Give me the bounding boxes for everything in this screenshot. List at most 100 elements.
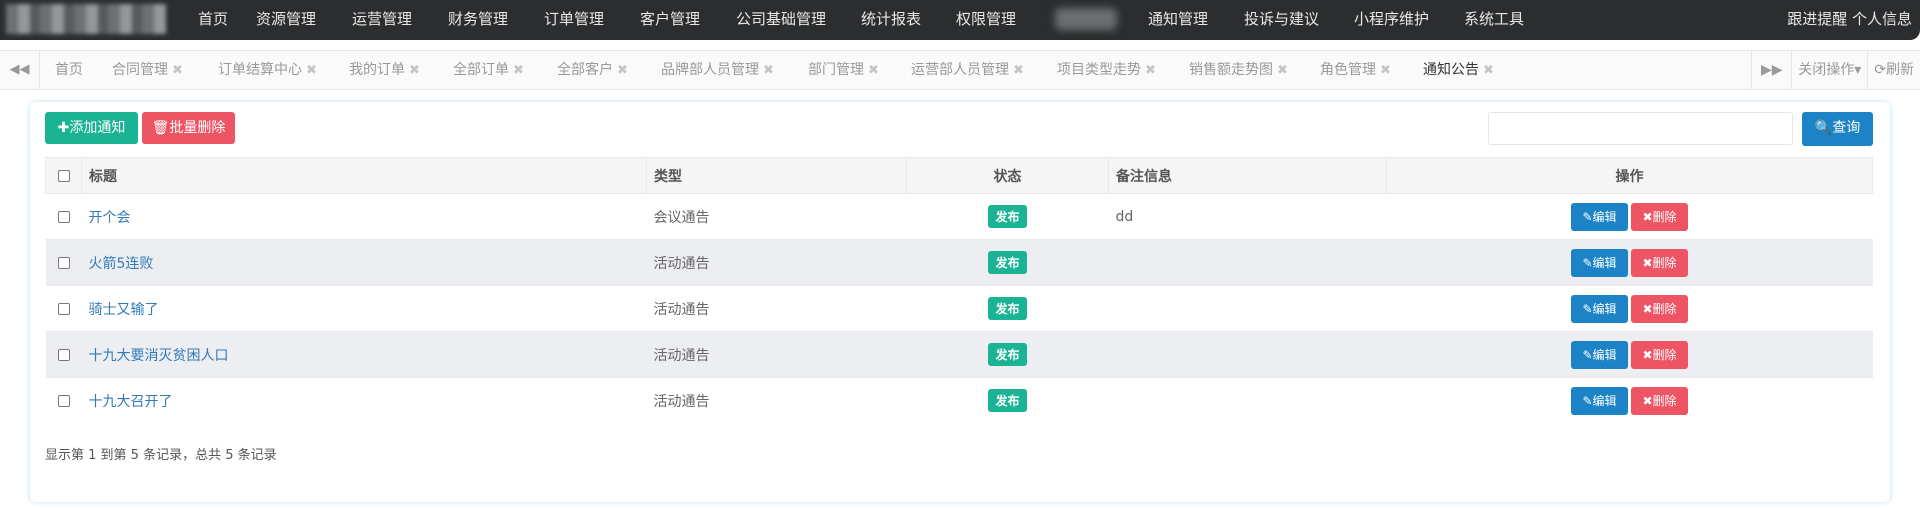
type-cell: 会议通告 bbox=[646, 193, 907, 240]
header-type[interactable]: 类型 bbox=[646, 157, 907, 194]
nav-item-home[interactable]: 首页 bbox=[198, 0, 228, 40]
edit-button[interactable]: ✎编辑 bbox=[1571, 202, 1628, 231]
table-row: 十九大召开了 活动通告 发布 ✎编辑 ✖删除 bbox=[45, 377, 1873, 424]
tab-announcements[interactable]: 通知公告 ✖ bbox=[1423, 51, 1494, 89]
delete-button[interactable]: ✖删除 bbox=[1631, 294, 1688, 323]
remark-cell bbox=[1108, 239, 1387, 286]
close-icon[interactable]: ✖ bbox=[172, 63, 183, 78]
ops-cell: ✎编辑 ✖删除 bbox=[1386, 377, 1873, 424]
remark-cell: dd bbox=[1108, 193, 1387, 240]
close-icon[interactable]: ✖ bbox=[409, 63, 420, 78]
select-all-header bbox=[45, 157, 82, 194]
tab-all-orders[interactable]: 全部订单 ✖ bbox=[453, 51, 524, 89]
edit-button[interactable]: ✎编辑 bbox=[1571, 248, 1628, 277]
header-remark[interactable]: 备注信息 bbox=[1108, 157, 1387, 194]
double-chevron-right-icon[interactable]: ▶▶ bbox=[1751, 51, 1791, 89]
close-icon[interactable]: ✖ bbox=[1380, 63, 1391, 78]
nav-item-notifications[interactable]: 通知管理 bbox=[1148, 0, 1208, 40]
type-cell: 活动通告 bbox=[646, 331, 907, 378]
batch-delete-button[interactable]: 🗑批量删除 bbox=[142, 112, 235, 144]
close-icon[interactable]: ✖ bbox=[763, 63, 774, 78]
notice-title-link[interactable]: 十九大召开了 bbox=[89, 394, 173, 410]
nav-item-resource[interactable]: 资源管理 bbox=[256, 0, 316, 40]
nav-item-reports[interactable]: 统计报表 bbox=[861, 0, 921, 40]
search-input[interactable] bbox=[1488, 112, 1793, 145]
status-cell: 发布 bbox=[906, 193, 1109, 240]
edit-button[interactable]: ✎编辑 bbox=[1571, 340, 1628, 369]
tab-label: 通知公告 bbox=[1423, 62, 1479, 78]
close-icon[interactable]: ✖ bbox=[306, 63, 317, 78]
double-chevron-left-icon[interactable]: ◀◀ bbox=[0, 51, 40, 89]
search-icon: 🔍 bbox=[1814, 120, 1833, 136]
nav-item-company-basics[interactable]: 公司基础管理 bbox=[736, 0, 826, 40]
refresh-button[interactable]: ⟳刷新 bbox=[1867, 51, 1920, 89]
table-row: 开个会 会议通告 发布 dd ✎编辑 ✖删除 bbox=[45, 193, 1873, 240]
delete-button[interactable]: ✖删除 bbox=[1631, 386, 1688, 415]
nav-item-orders[interactable]: 订单管理 bbox=[544, 0, 604, 40]
close-icon[interactable]: ✖ bbox=[513, 63, 524, 78]
search-button[interactable]: 🔍查询 bbox=[1802, 112, 1873, 146]
tab-my-orders[interactable]: 我的订单 ✖ bbox=[349, 51, 420, 89]
nav-item-system-tools[interactable]: 系统工具 bbox=[1464, 0, 1524, 40]
tab-settlement[interactable]: 订单结算中心 ✖ bbox=[218, 51, 317, 89]
notice-title-link[interactable]: 火箭5连败 bbox=[89, 256, 154, 272]
remark-cell bbox=[1108, 285, 1387, 332]
notice-title-link[interactable]: 骑士又输了 bbox=[89, 302, 159, 318]
tab-label: 全部订单 bbox=[453, 62, 509, 78]
tab-label: 销售额走势图 bbox=[1189, 62, 1273, 78]
tab-ops-staff[interactable]: 运营部人员管理 ✖ bbox=[911, 51, 1024, 89]
row-checkbox[interactable] bbox=[57, 394, 70, 407]
tab-label: 角色管理 bbox=[1320, 62, 1376, 78]
tab-project-trend[interactable]: 项目类型走势 ✖ bbox=[1057, 51, 1156, 89]
close-icon[interactable]: ✖ bbox=[617, 63, 628, 78]
nav-item-finance[interactable]: 财务管理 bbox=[448, 0, 508, 40]
nav-item-permissions[interactable]: 权限管理 bbox=[956, 0, 1016, 40]
nav-item-operations[interactable]: 运营管理 bbox=[352, 0, 412, 40]
select-all-checkbox[interactable] bbox=[57, 169, 70, 182]
caret-down-icon: ▾ bbox=[1854, 62, 1862, 78]
nav-item-miniprogram[interactable]: 小程序维护 bbox=[1354, 0, 1429, 40]
row-checkbox[interactable] bbox=[57, 302, 70, 315]
tab-departments[interactable]: 部门管理 ✖ bbox=[808, 51, 879, 89]
tab-home[interactable]: 首页 bbox=[55, 51, 83, 89]
add-notice-button[interactable]: ✚添加通知 bbox=[45, 112, 138, 144]
notice-title-link[interactable]: 十九大要消灭贫困人口 bbox=[89, 348, 229, 364]
close-icon[interactable]: ✖ bbox=[1145, 63, 1156, 78]
edit-button[interactable]: ✎编辑 bbox=[1571, 386, 1628, 415]
tab-label: 项目类型走势 bbox=[1057, 62, 1141, 78]
delete-button[interactable]: ✖删除 bbox=[1631, 340, 1688, 369]
tab-brand-staff[interactable]: 品牌部人员管理 ✖ bbox=[661, 51, 774, 89]
close-icon[interactable]: ✖ bbox=[1013, 63, 1024, 78]
trash-icon: 🗑 bbox=[151, 120, 170, 136]
nav-item-complaints[interactable]: 投诉与建议 bbox=[1244, 0, 1319, 40]
row-checkbox[interactable] bbox=[57, 348, 70, 361]
header-title[interactable]: 标题 bbox=[81, 157, 647, 194]
close-icon[interactable]: ✖ bbox=[1483, 63, 1494, 78]
delete-button[interactable]: ✖删除 bbox=[1631, 202, 1688, 231]
edit-icon: ✎ bbox=[1582, 393, 1593, 408]
nav-item-customers[interactable]: 客户管理 bbox=[640, 0, 700, 40]
tab-contracts[interactable]: 合同管理 ✖ bbox=[112, 51, 183, 89]
close-operations-dropdown[interactable]: 关闭操作▾ bbox=[1791, 51, 1867, 89]
title-cell: 火箭5连败 bbox=[81, 239, 647, 286]
header-status[interactable]: 状态 bbox=[906, 157, 1109, 194]
edit-button[interactable]: ✎编辑 bbox=[1571, 294, 1628, 323]
close-icon[interactable]: ✖ bbox=[1277, 63, 1288, 78]
edit-label: 编辑 bbox=[1592, 393, 1617, 408]
notice-title-link[interactable]: 开个会 bbox=[89, 210, 131, 226]
tab-roles[interactable]: 角色管理 ✖ bbox=[1320, 51, 1391, 89]
row-checkbox[interactable] bbox=[57, 210, 70, 223]
tab-sales-trend[interactable]: 销售额走势图 ✖ bbox=[1189, 51, 1288, 89]
close-icon[interactable]: ✖ bbox=[868, 63, 879, 78]
status-cell: 发布 bbox=[906, 285, 1109, 332]
nav-item-redacted[interactable] bbox=[1055, 8, 1117, 30]
row-checkbox[interactable] bbox=[57, 256, 70, 269]
user-links[interactable]: 跟进提醒 个人信息 bbox=[1787, 0, 1912, 40]
title-cell: 开个会 bbox=[81, 193, 647, 240]
status-badge: 发布 bbox=[988, 389, 1027, 413]
batch-delete-label: 批量删除 bbox=[169, 120, 226, 136]
delete-label: 删除 bbox=[1652, 301, 1677, 316]
delete-button[interactable]: ✖删除 bbox=[1631, 248, 1688, 277]
add-notice-label: 添加通知 bbox=[69, 120, 126, 136]
tab-all-customers[interactable]: 全部客户 ✖ bbox=[557, 51, 628, 89]
